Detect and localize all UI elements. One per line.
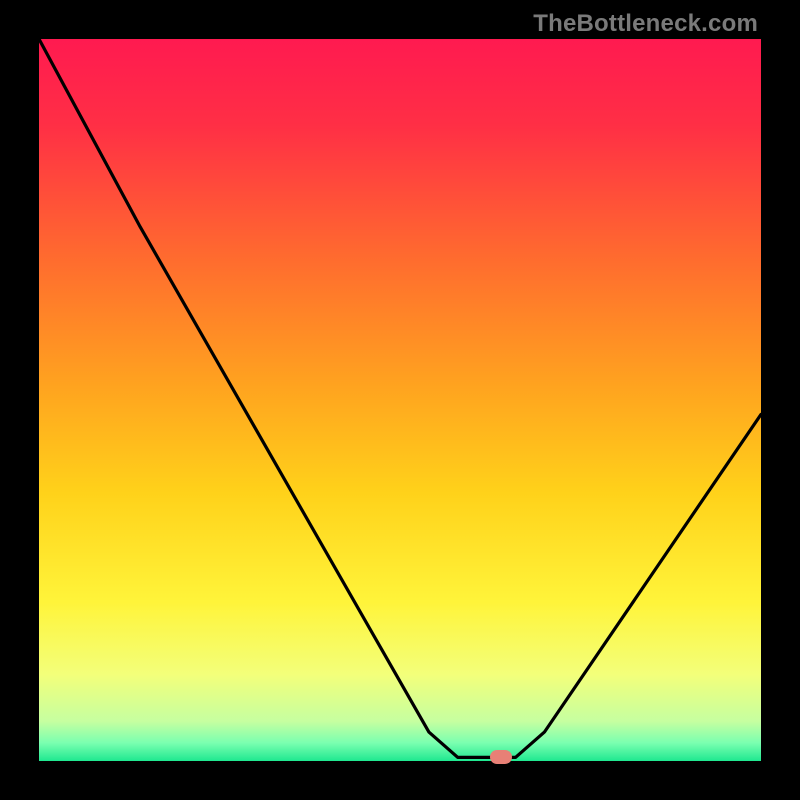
bottleneck-curve: [39, 39, 761, 761]
plot-area: [39, 39, 761, 761]
watermark-text: TheBottleneck.com: [533, 10, 758, 38]
optimal-marker: [490, 750, 512, 764]
chart-container: TheBottleneck.com: [0, 0, 800, 800]
